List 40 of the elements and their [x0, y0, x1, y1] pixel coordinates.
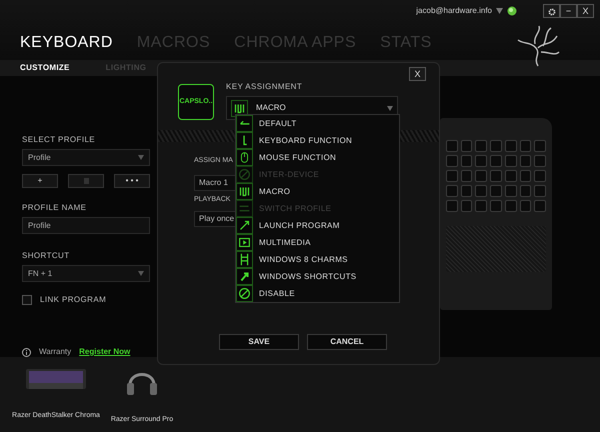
- menu-item[interactable]: KEYBOARD FUNCTION: [236, 132, 399, 149]
- link-program-checkbox[interactable]: [22, 295, 32, 305]
- close-button[interactable]: X: [577, 4, 594, 18]
- account-email[interactable]: jacob@hardware.info: [416, 5, 492, 17]
- save-button[interactable]: SAVE: [219, 334, 299, 350]
- dropdown-arrow-icon: [138, 271, 144, 276]
- menu-item[interactable]: MOUSE FUNCTION: [236, 149, 399, 166]
- dropdown-arrow-icon: [387, 106, 393, 110]
- menu-item[interactable]: DISABLE: [236, 285, 399, 302]
- more-button[interactable]: • • •: [114, 174, 150, 188]
- shortcut-select[interactable]: FN + 1: [22, 265, 150, 282]
- menu-item[interactable]: MULTIMEDIA: [236, 234, 399, 251]
- menu-item: INTER-DEVICE: [236, 166, 399, 183]
- field-label: PROFILE NAME: [22, 202, 86, 214]
- gear-icon: [548, 8, 556, 16]
- menu-item[interactable]: WINDOWS SHORTCUTS: [236, 268, 399, 285]
- profile-select[interactable]: Profile: [22, 149, 150, 166]
- field-label: KEY ASSIGNMENT: [226, 81, 302, 93]
- caret-icon[interactable]: [496, 8, 503, 14]
- minimize-button[interactable]: −: [560, 4, 577, 18]
- menu-item[interactable]: MACRO: [236, 183, 399, 200]
- warranty-label: Warranty: [39, 346, 72, 358]
- add-button[interactable]: +: [22, 174, 58, 188]
- close-button[interactable]: X: [409, 67, 426, 81]
- nav-tab[interactable]: KEYBOARD: [20, 31, 113, 55]
- menu-item[interactable]: WINDOWS 8 CHARMS: [236, 251, 399, 268]
- register-link[interactable]: Register Now: [79, 346, 130, 358]
- checkbox-label: LINK PROGRAM: [40, 294, 106, 306]
- menu-item[interactable]: LAUNCH PROGRAM: [236, 217, 399, 234]
- blocked-circle-icon: [236, 166, 253, 183]
- dropdown-arrow-icon: [138, 155, 144, 160]
- sub-tab[interactable]: CUSTOMIZE: [20, 62, 70, 74]
- profile-name-field[interactable]: Profile: [22, 217, 150, 234]
- two-lines-icon: [236, 200, 253, 217]
- field-label: SELECT PROFILE: [22, 134, 96, 146]
- cancel-button[interactable]: CANCEL: [307, 334, 387, 350]
- menu-item: SWITCH PROFILE: [236, 200, 399, 217]
- info-icon: [22, 348, 31, 356]
- settings-button[interactable]: [543, 4, 560, 18]
- field-label: SHORTCUT: [22, 250, 70, 262]
